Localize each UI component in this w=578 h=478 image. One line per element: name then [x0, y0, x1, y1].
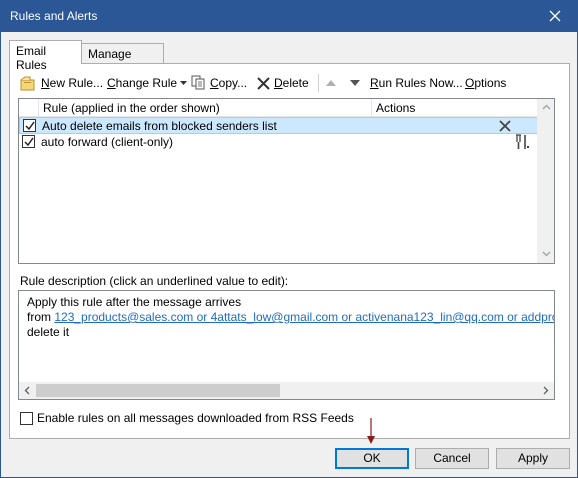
run-rules-now-button[interactable]: Run Rules Now... [370, 72, 463, 94]
rules-list: Rule (applied in the order shown) Action… [18, 98, 555, 264]
change-rule-label: hange Rule [115, 76, 178, 90]
email-rules-panel: New Rule... Change Rule Copy... D elete … [9, 63, 570, 439]
dropdown-arrow-icon [180, 81, 188, 85]
dialog-body: Manage Alerts Email Rules New Rule... Ch… [1, 32, 577, 477]
toolbar-separator [318, 74, 319, 92]
tab-label: Email Rules [16, 44, 47, 72]
rule-row[interactable]: auto forward (client-only) [19, 134, 538, 151]
scroll-up-icon[interactable] [542, 103, 551, 112]
checkmark-icon [24, 137, 34, 147]
copy-label: opy... [218, 76, 248, 90]
new-rule-button[interactable]: New Rule... [20, 72, 103, 94]
rss-rules-option[interactable]: Enable rules on all messages downloaded … [20, 410, 354, 426]
run-rules-now-label: un Rules Now... [378, 76, 463, 90]
rule-description-label: Rule description (click an underlined va… [20, 274, 289, 288]
checkmark-icon [25, 121, 35, 131]
change-rule-button[interactable]: Change Rule [107, 72, 188, 94]
description-from-prefix: from [27, 310, 55, 324]
copy-icon [191, 75, 205, 90]
rule-label: auto forward (client-only) [41, 135, 174, 149]
sender-addresses-link[interactable]: 123_products@sales.com or 4attats_low@gm… [54, 310, 554, 324]
rules-list-vertical-scrollbar[interactable] [537, 99, 554, 263]
description-action: delete it [27, 325, 70, 339]
column-header-check[interactable] [19, 99, 39, 117]
apply-button[interactable]: Apply [496, 448, 570, 469]
description-horizontal-scrollbar[interactable] [19, 382, 554, 399]
options-label: ptions [474, 76, 507, 90]
rule-checkbox[interactable] [22, 135, 35, 148]
window-title: Rules and Alerts [10, 9, 98, 23]
delete-button[interactable]: Delete [256, 72, 309, 94]
move-down-button[interactable] [350, 72, 360, 94]
column-header-actions[interactable]: Actions [373, 99, 538, 117]
run-rules-now-mnemonic: R [370, 76, 379, 90]
cancel-button[interactable]: Cancel [415, 448, 489, 469]
annotation-arrow-icon [367, 418, 375, 444]
delete-icon [257, 76, 270, 90]
close-icon [549, 10, 561, 22]
options-button[interactable]: Options [465, 72, 506, 94]
move-up-button[interactable] [326, 72, 336, 94]
new-rule-icon [20, 76, 35, 91]
rule-label: Auto delete emails from blocked senders … [42, 119, 277, 133]
rules-toolbar: New Rule... Change Rule Copy... D elete … [20, 72, 560, 94]
rule-description-box: Apply this rule after the message arrive… [18, 290, 555, 400]
tab-manage-alerts[interactable]: Manage Alerts [81, 43, 164, 75]
move-down-icon [350, 80, 360, 86]
copy-button[interactable]: Copy... [191, 72, 247, 94]
rss-checkbox[interactable] [20, 411, 33, 425]
rules-and-alerts-dialog: Rules and Alerts Manage Alerts Email Rul… [0, 0, 578, 478]
change-rule-mnemonic: C [107, 76, 116, 90]
move-up-icon [326, 80, 336, 86]
description-condition: Apply this rule after the message arrive… [27, 295, 242, 309]
delete-mnemonic: D [274, 76, 283, 90]
scroll-left-icon[interactable] [23, 386, 32, 395]
options-mnemonic: O [465, 76, 475, 90]
new-rule-mnemonic: N [41, 76, 50, 90]
copy-mnemonic: C [210, 76, 219, 90]
rss-label: Enable rules on all messages downloaded … [37, 411, 354, 425]
new-rule-label: ew Rule... [49, 76, 104, 90]
description-from-line: from 123_products@sales.com or 4attats_l… [27, 310, 554, 324]
forward-icon [516, 134, 529, 149]
rule-checkbox[interactable] [23, 119, 36, 132]
scroll-down-icon[interactable] [542, 249, 551, 258]
horizontal-scroll-thumb[interactable] [36, 384, 280, 397]
rules-list-header: Rule (applied in the order shown) Action… [19, 99, 538, 117]
ok-button[interactable]: OK [335, 448, 409, 469]
delete-x-icon [499, 120, 511, 132]
close-button[interactable] [533, 1, 577, 32]
delete-label: elete [282, 76, 309, 90]
rule-row[interactable]: Auto delete emails from blocked senders … [19, 117, 538, 134]
title-bar: Rules and Alerts [1, 1, 577, 32]
column-header-rule[interactable]: Rule (applied in the order shown) [40, 99, 372, 117]
tab-email-rules[interactable]: Email Rules [9, 40, 82, 72]
dialog-button-bar [1, 439, 577, 477]
scroll-right-icon[interactable] [541, 386, 550, 395]
